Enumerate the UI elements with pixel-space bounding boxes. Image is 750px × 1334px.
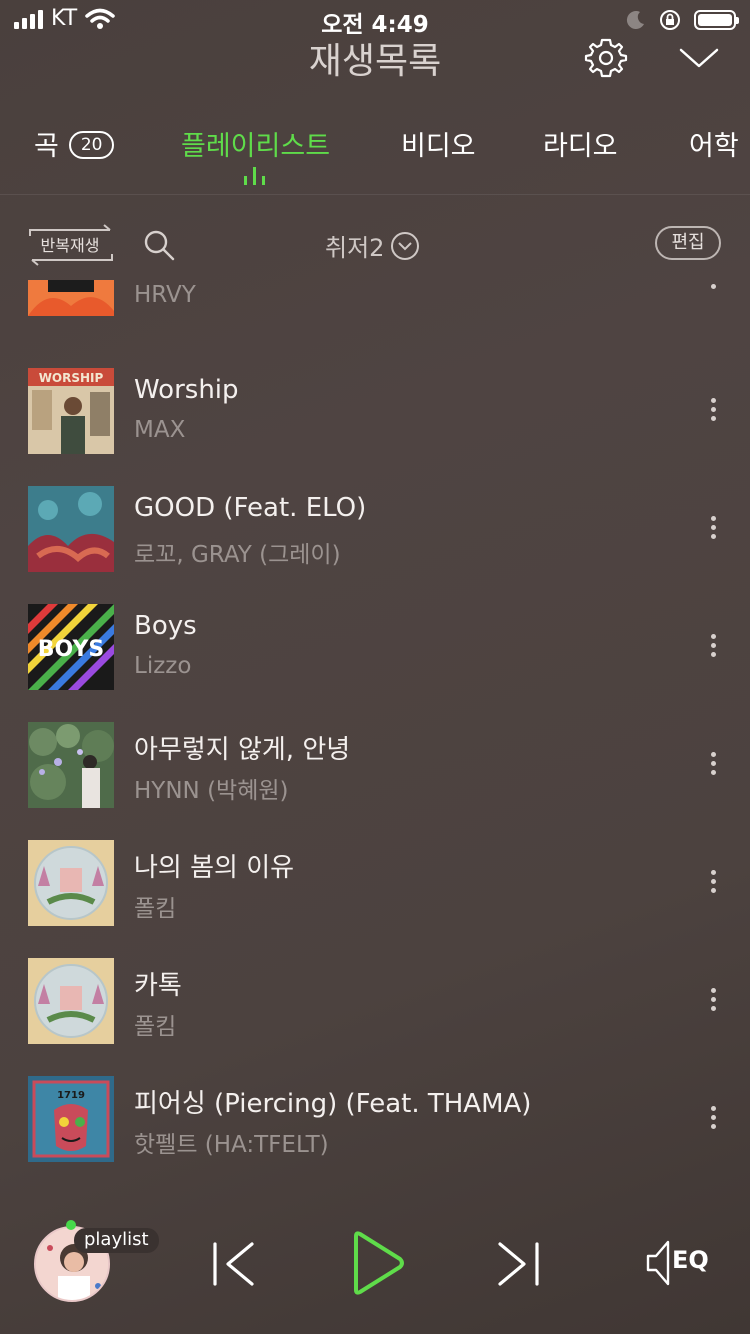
song-title: GOOD (Feat. ELO) <box>134 493 367 523</box>
song-artist: HRVY <box>134 282 196 308</box>
song-title: Boys <box>134 611 197 641</box>
more-icon[interactable] <box>710 870 718 900</box>
edit-button[interactable]: 편집 <box>655 226 721 260</box>
rotation-lock-icon <box>660 10 680 30</box>
song-title: Worship <box>134 375 239 405</box>
song-artist: Lizzo <box>134 653 192 679</box>
song-row[interactable]: HRVY <box>0 280 750 378</box>
playlist-badge[interactable]: playlist <box>74 1228 159 1253</box>
tab-bar: 곡 20 플레이리스트 비디오 라디오 어학 <box>0 120 750 195</box>
tab-songs[interactable]: 곡 20 <box>34 124 115 163</box>
chevron-circle-icon <box>391 231 420 260</box>
search-icon[interactable] <box>142 228 176 262</box>
song-title: 카톡 <box>134 971 182 1001</box>
song-row[interactable]: 1719 피어싱 (Piercing) (Feat. THAMA) 핫펠트 (H… <box>0 1076 750 1180</box>
song-row[interactable]: 나의 봄의 이유 폴킴 <box>0 840 750 958</box>
song-row[interactable]: BOYS Boys Lizzo <box>0 604 750 722</box>
more-icon[interactable] <box>710 398 718 428</box>
song-count-badge: 20 <box>68 130 115 159</box>
more-icon[interactable] <box>710 988 718 1018</box>
song-row[interactable]: 카톡 폴킴 <box>0 958 750 1076</box>
album-art <box>28 486 114 572</box>
song-row[interactable]: 아무렇지 않게, 안녕 HYNN (박혜원) <box>0 722 750 840</box>
song-row[interactable]: GOOD (Feat. ELO) 로꼬, GRAY (그레이) <box>0 486 750 604</box>
album-art: BOYS <box>28 604 114 690</box>
song-artist: 핫펠트 (HA:TFELT) <box>134 1132 329 1158</box>
album-art-text: WORSHIP <box>39 371 104 385</box>
previous-icon[interactable] <box>210 1242 258 1286</box>
album-art <box>28 840 114 926</box>
song-list: HRVY WORSHIP Worship MAX GOOD (Feat. ELO… <box>0 280 750 1180</box>
more-icon[interactable] <box>710 280 718 296</box>
more-icon[interactable] <box>710 752 718 782</box>
song-artist: HYNN (박혜원) <box>134 778 289 804</box>
tab-video[interactable]: 비디오 <box>401 124 476 163</box>
page-title: 재생목록 <box>308 41 442 82</box>
repeat-label: 반복재생 <box>40 236 100 255</box>
song-artist: 폴킴 <box>134 896 177 922</box>
album-art: WORSHIP <box>28 368 114 454</box>
song-title: 아무렇지 않게, 안녕 <box>134 735 351 765</box>
next-icon[interactable] <box>494 1242 542 1286</box>
album-art <box>28 280 114 316</box>
now-playing-indicator <box>244 165 265 185</box>
tab-playlist[interactable]: 플레이리스트 <box>181 124 330 163</box>
online-indicator <box>66 1220 76 1230</box>
song-artist: 폴킴 <box>134 1014 177 1040</box>
song-title: 나의 봄의 이유 <box>134 853 295 883</box>
play-icon[interactable] <box>350 1230 406 1296</box>
song-artist: MAX <box>134 417 186 443</box>
song-artist: 로꼬, GRAY (그레이) <box>134 542 341 568</box>
more-icon[interactable] <box>710 516 718 546</box>
tab-songs-label: 곡 <box>34 131 59 162</box>
sort-label: 취저2 <box>325 234 385 262</box>
album-art <box>28 958 114 1044</box>
sort-dropdown[interactable]: 취저2 <box>325 228 420 263</box>
more-icon[interactable] <box>710 1106 718 1136</box>
chevron-down-icon[interactable] <box>678 40 720 76</box>
mini-player: playlist EQ <box>0 1190 750 1334</box>
list-toolbar: 반복재생 취저2 편집 <box>0 214 750 270</box>
eq-label[interactable]: EQ <box>672 1246 709 1274</box>
song-row[interactable]: WORSHIP Worship MAX <box>0 368 750 486</box>
moon-icon <box>626 11 644 30</box>
gear-icon[interactable] <box>584 36 628 80</box>
song-title: 피어싱 (Piercing) (Feat. THAMA) <box>134 1089 532 1119</box>
battery-icon <box>694 10 739 30</box>
album-art-text: BOYS <box>38 637 104 662</box>
album-art: 1719 <box>28 1076 114 1162</box>
album-art <box>28 722 114 808</box>
tab-radio[interactable]: 라디오 <box>543 124 618 163</box>
tab-language[interactable]: 어학 <box>689 124 739 163</box>
more-icon[interactable] <box>710 634 718 664</box>
album-art-text: 1719 <box>57 1090 85 1101</box>
